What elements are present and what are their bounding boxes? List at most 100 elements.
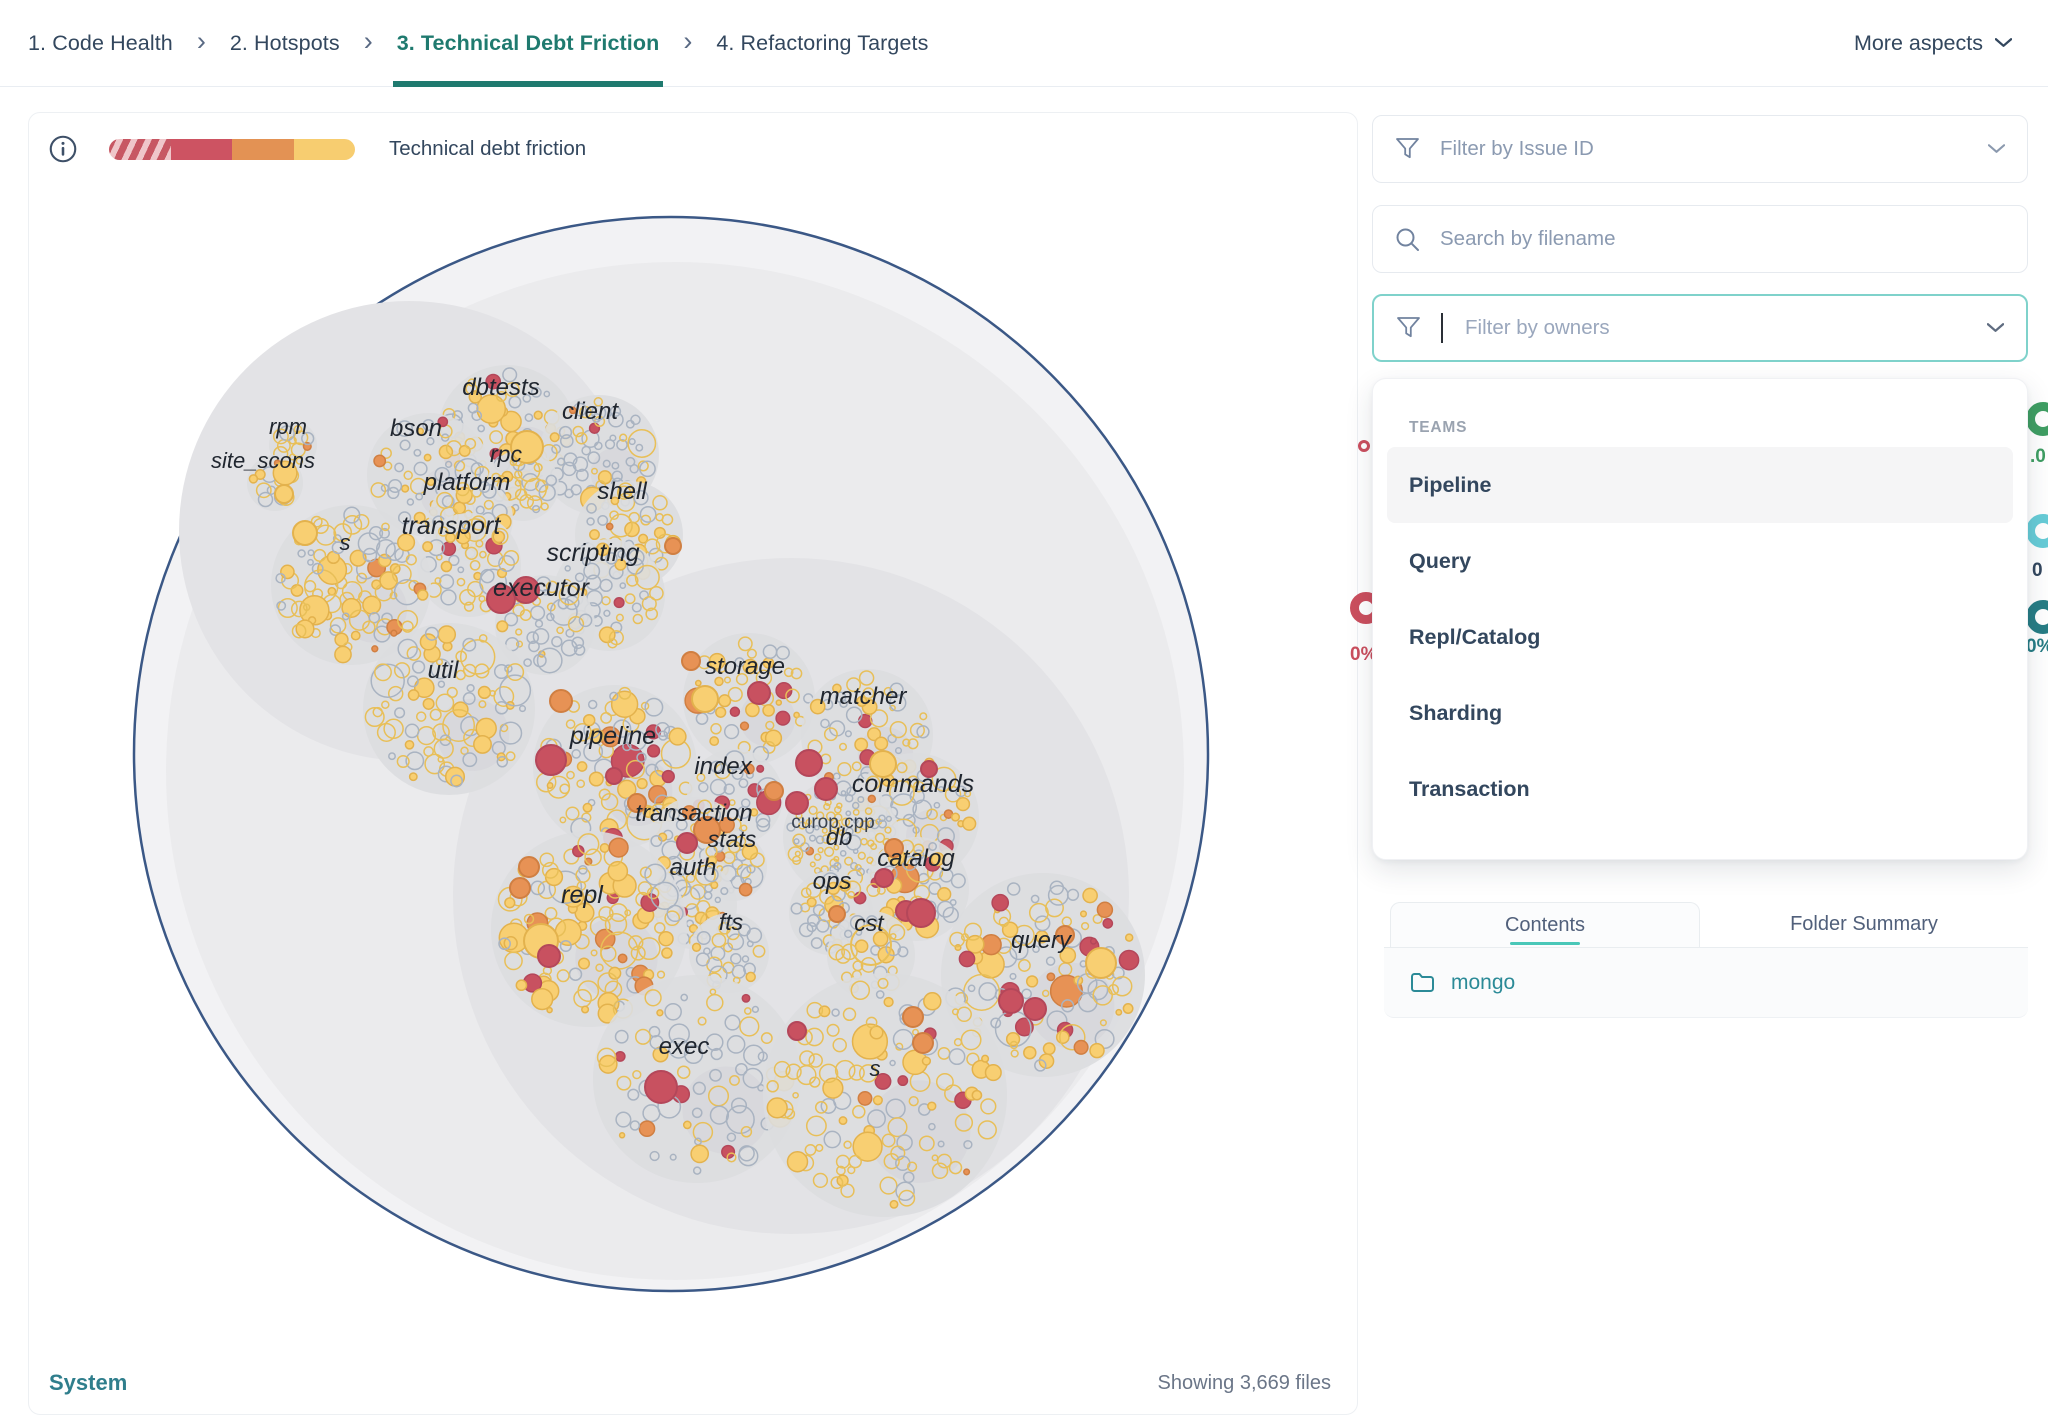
owners-dropdown-item-pipeline[interactable]: Pipeline (1387, 447, 2013, 523)
cluster-label-ops[interactable]: ops (813, 868, 852, 895)
file-bubble[interactable] (665, 538, 681, 554)
chevron-right-icon: › (197, 28, 206, 59)
file-bubble[interactable] (796, 750, 822, 776)
technical-debt-friction-card: rpm site_scons dbtests bson client rpcplatfor… (28, 112, 1358, 1415)
file-bubble[interactable] (550, 690, 572, 712)
cluster-label-site-scons[interactable]: site_scons (211, 448, 315, 473)
cluster-label-repl[interactable]: repl (561, 881, 604, 909)
more-aspects-button[interactable]: More aspects (1854, 0, 2012, 86)
cluster-util[interactable] (363, 623, 535, 795)
file-bubble[interactable] (692, 686, 718, 712)
tab-contents-label: Contents (1505, 914, 1585, 937)
file-bubble[interactable] (519, 857, 539, 877)
folder-name: mongo (1451, 971, 1515, 995)
owners-dropdown-item-transaction[interactable]: Transaction (1387, 751, 2013, 827)
file-bubble[interactable] (907, 899, 935, 927)
file-bubble[interactable] (786, 792, 808, 814)
funnel-icon (1396, 316, 1421, 340)
system-breadcrumb-link[interactable]: System (49, 1370, 127, 1396)
legend-segment-hatched (109, 139, 171, 160)
contents-item-mongo[interactable]: mongo (1384, 948, 2028, 1018)
legend-title: Technical debt friction (389, 137, 586, 161)
file-bubble[interactable] (293, 521, 317, 545)
filename-search[interactable]: Search by filename (1372, 205, 2028, 273)
chevron-down-icon (1987, 323, 2004, 333)
file-bubble[interactable] (815, 778, 837, 800)
cluster-label-executor[interactable]: executor (493, 574, 591, 602)
chart-legend: Technical debt friction (49, 135, 586, 163)
cluster-label-catalog[interactable]: catalog (877, 845, 955, 872)
cluster-label-fts[interactable]: fts (719, 909, 744, 935)
cluster-label-dbtests[interactable]: dbtests (462, 374, 539, 401)
owners-dropdown: TEAMS PipelineQueryRepl/CatalogShardingT… (1372, 378, 2028, 860)
nav-step-4-refactoring-targets[interactable]: 4. Refactoring Targets (716, 0, 928, 86)
cluster-label-exec[interactable]: exec (659, 1033, 710, 1060)
cluster-label-cst[interactable]: cst (854, 910, 885, 936)
file-bubble[interactable] (682, 652, 700, 670)
owners-filter[interactable]: Filter by owners (1372, 294, 2028, 362)
cluster-label-auth[interactable]: auth (670, 854, 717, 881)
file-bubble[interactable] (748, 682, 770, 704)
cluster-label-rpc[interactable]: rpc (490, 441, 522, 467)
cluster-label-client[interactable]: client (562, 398, 619, 425)
file-bubble[interactable] (538, 945, 560, 967)
file-bubble[interactable] (999, 989, 1023, 1013)
file-bubble[interactable] (1024, 998, 1046, 1020)
search-icon (1395, 227, 1420, 252)
cluster-label-query[interactable]: query (1011, 927, 1073, 954)
files-count-label: Showing 3,669 files (1158, 1372, 1331, 1395)
owners-dropdown-item-repl-catalog[interactable]: Repl/Catalog (1387, 599, 2013, 675)
chart-footer: System Showing 3,669 files (49, 1370, 1331, 1396)
info-icon[interactable] (49, 135, 77, 163)
cluster-label-platform[interactable]: platform (423, 469, 511, 496)
funnel-icon (1395, 137, 1420, 161)
cluster-label-stats[interactable]: stats (708, 826, 757, 852)
cluster-label-commands[interactable]: commands (852, 770, 974, 798)
teams-group-label: TEAMS (1409, 419, 2013, 437)
cluster-label-s[interactable]: s (340, 530, 351, 555)
file-bubble[interactable] (788, 1022, 806, 1040)
cluster-label-index[interactable]: index (694, 753, 752, 780)
owners-dropdown-item-query[interactable]: Query (1387, 523, 2013, 599)
cluster-label-bson[interactable]: bson (390, 415, 442, 442)
circle-packing-chart[interactable]: rpm site_scons dbtests bson client rpcplatfor… (29, 113, 1359, 1416)
cluster-label-s[interactable]: s (870, 1056, 881, 1081)
owners-dropdown-item-sharding[interactable]: Sharding (1387, 675, 2013, 751)
tab-folder-summary-label: Folder Summary (1790, 913, 1938, 936)
cluster-s[interactable] (763, 973, 1007, 1217)
top-navigation: 1. Code Health›2. Hotspots›3. Technical … (0, 0, 2048, 87)
text-cursor (1441, 313, 1443, 343)
file-bubble[interactable] (606, 768, 622, 784)
file-bubble[interactable] (829, 906, 845, 922)
issue-id-filter-placeholder: Filter by Issue ID (1440, 137, 1594, 161)
cluster-label-scripting[interactable]: scripting (546, 539, 639, 567)
owners-dropdown-list: PipelineQueryRepl/CatalogShardingTransac… (1387, 447, 2013, 827)
nav-step-3-technical-debt-friction[interactable]: 3. Technical Debt Friction (397, 0, 660, 86)
cluster-label-pipeline[interactable]: pipeline (569, 722, 656, 750)
tab-contents[interactable]: Contents (1390, 902, 1700, 947)
cluster-label-transaction[interactable]: transaction (635, 800, 752, 827)
tab-folder-summary[interactable]: Folder Summary (1700, 902, 2028, 947)
file-bubble[interactable] (645, 1071, 677, 1103)
stat-value-teal: 0 (2032, 560, 2043, 582)
file-bubble[interactable] (765, 782, 783, 800)
legend-segment-yellow (294, 139, 356, 160)
file-bubble[interactable] (510, 878, 530, 898)
cluster-label-shell[interactable]: shell (597, 478, 647, 505)
cluster-label-util[interactable]: util (428, 657, 459, 684)
cluster-label-storage[interactable]: storage (705, 653, 785, 680)
file-bubble[interactable] (903, 1007, 923, 1027)
nav-step-1-code-health[interactable]: 1. Code Health (28, 0, 173, 86)
stat-gauge-darkteal (2026, 600, 2048, 634)
file-bubble[interactable] (536, 745, 566, 775)
file-bubble[interactable] (275, 485, 293, 503)
cluster-label-db[interactable]: db (826, 824, 853, 851)
file-bubble[interactable] (677, 833, 697, 853)
nav-step-2-hotspots[interactable]: 2. Hotspots (230, 0, 340, 86)
cluster-label-transport[interactable]: transport (402, 512, 502, 540)
file-bubble[interactable] (913, 1033, 933, 1053)
file-bubble[interactable] (1086, 948, 1116, 978)
cluster-label-matcher[interactable]: matcher (820, 683, 908, 710)
issue-id-filter[interactable]: Filter by Issue ID (1372, 115, 2028, 183)
cluster-label-rpm[interactable]: rpm (269, 414, 307, 439)
